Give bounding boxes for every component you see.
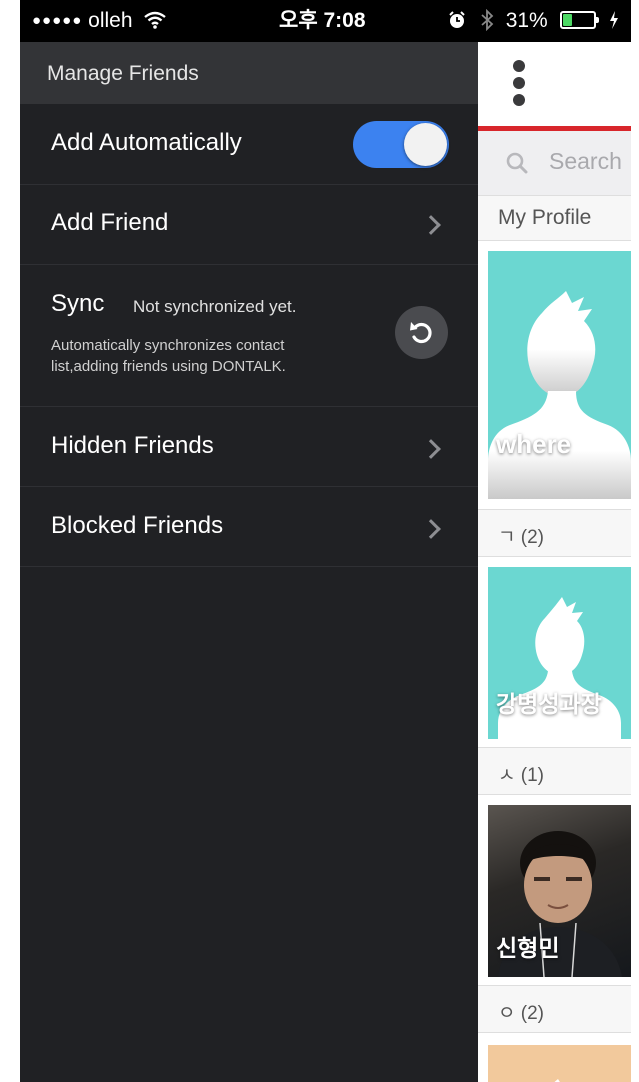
- friend-card[interactable]: 신형민: [488, 805, 631, 977]
- section-my-profile: My Profile: [478, 195, 631, 241]
- battery-icon: [559, 11, 599, 29]
- avatar-silhouette-icon: [488, 291, 631, 499]
- battery-percent: 31%: [505, 9, 548, 32]
- sync-label: Sync: [51, 290, 105, 317]
- add-automatically-label: Add Automatically: [51, 129, 242, 156]
- drawer-header: Manage Friends: [20, 42, 478, 104]
- friend-name: 신형민: [496, 935, 560, 961]
- blocked-friends-label: Blocked Friends: [51, 512, 224, 539]
- toggle-knob: [404, 123, 447, 166]
- signal-strength: ●●●●●: [32, 12, 83, 29]
- hidden-friends-row[interactable]: Hidden Friends: [20, 406, 478, 487]
- alarm-icon: [449, 11, 465, 28]
- status-left: ●●●●● olleh: [32, 9, 167, 33]
- add-friend-row[interactable]: Add Friend: [20, 184, 478, 265]
- add-friend-label: Add Friend: [51, 209, 169, 236]
- sync-row: Sync Not synchronized yet. Automatically…: [20, 264, 478, 407]
- section-siot: ㅅ (1): [478, 747, 631, 795]
- sync-description: Automatically synchronizes contact list,…: [51, 337, 286, 375]
- profile-name: where: [496, 429, 572, 459]
- refresh-icon: [410, 322, 432, 344]
- status-bar: ●●●●● olleh 오후 7:08 31%: [20, 0, 631, 42]
- section-label: ㄱ (2): [498, 527, 544, 548]
- chevron-right-icon: [421, 439, 441, 459]
- manage-friends-drawer: Manage Friends Add Automatically Add Fri…: [20, 42, 478, 1082]
- section-giyeok: ㄱ (2): [478, 509, 631, 557]
- friend-card[interactable]: 강병성과장: [488, 567, 631, 739]
- status-right: 31%: [448, 8, 619, 33]
- chevron-right-icon: [421, 519, 441, 539]
- drawer-title: Manage Friends: [47, 62, 199, 85]
- section-label: My Profile: [498, 206, 592, 229]
- section-ieung: ㅇ (2): [478, 985, 631, 1033]
- add-automatically-row: Add Automatically: [20, 104, 478, 185]
- search-input[interactable]: Search: [549, 148, 622, 175]
- charging-icon: [610, 11, 619, 29]
- phone-screen: ●●●●● olleh 오후 7:08 31% Manage Friends A…: [20, 0, 631, 1082]
- carrier-name: olleh: [88, 9, 133, 32]
- hidden-friends-label: Hidden Friends: [51, 432, 214, 459]
- sync-button[interactable]: [395, 306, 448, 359]
- more-menu-icon[interactable]: [512, 60, 526, 106]
- section-label: ㅅ (1): [498, 765, 544, 786]
- search-icon: [506, 152, 528, 174]
- friend-name: 강병성과장: [496, 691, 602, 717]
- add-automatically-toggle[interactable]: [353, 121, 449, 168]
- blocked-friends-row[interactable]: Blocked Friends: [20, 486, 478, 567]
- profile-card[interactable]: where: [488, 251, 631, 499]
- chevron-right-icon: [421, 215, 441, 235]
- wifi-icon: [144, 11, 167, 29]
- avatar-silhouette-icon: [554, 1079, 560, 1082]
- friends-list-panel: Search My Profile where ㄱ (2) 강병성과장 ㅅ (1…: [478, 42, 631, 1082]
- bluetooth-icon: [481, 8, 494, 32]
- battery-fill: [562, 14, 572, 26]
- sync-status: Not synchronized yet.: [133, 297, 297, 316]
- status-time: 오후 7:08: [279, 9, 366, 32]
- search-bar[interactable]: Search: [478, 131, 631, 195]
- friend-card[interactable]: [488, 1045, 631, 1082]
- section-label: ㅇ (2): [498, 1003, 544, 1024]
